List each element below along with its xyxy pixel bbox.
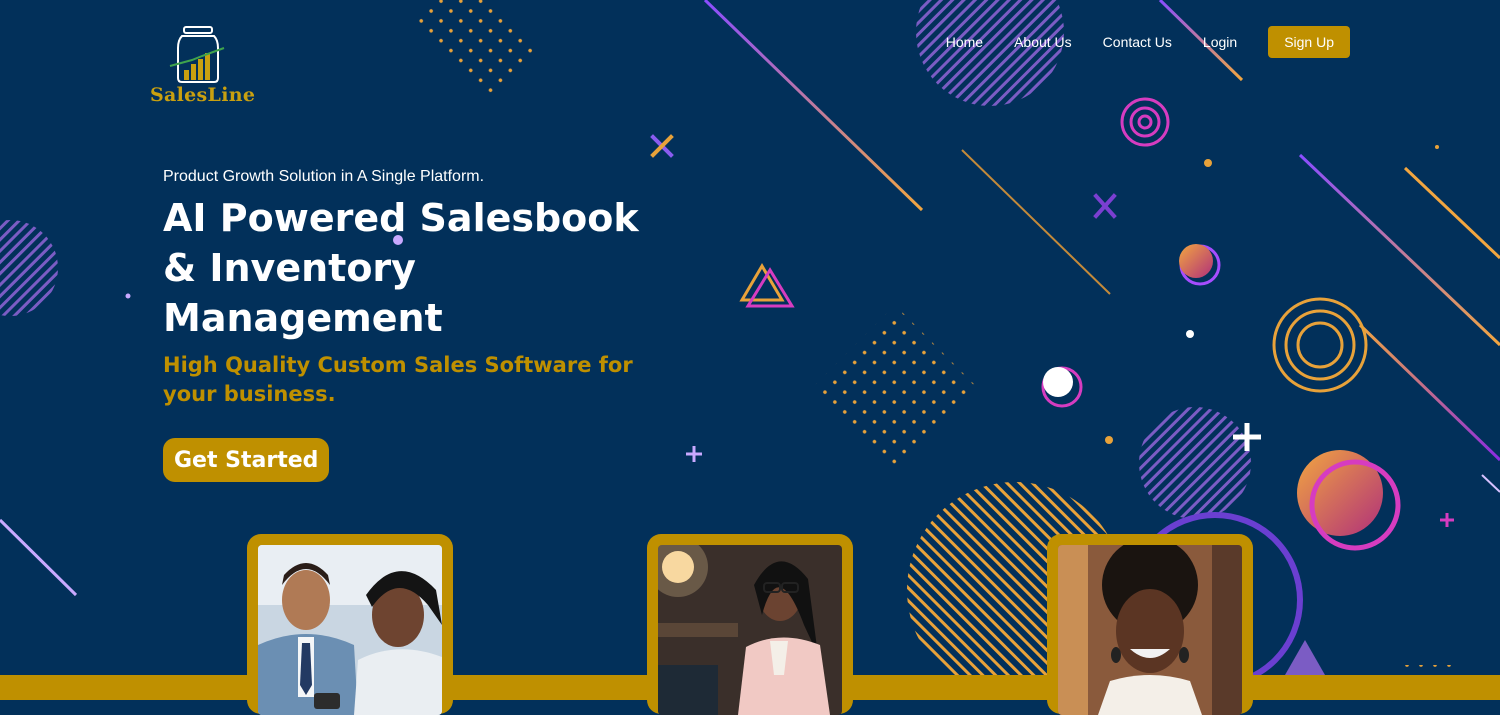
- nav-home[interactable]: Home: [946, 34, 983, 50]
- subhead-line-2: your business.: [163, 382, 336, 406]
- sign-up-button[interactable]: Sign Up: [1268, 26, 1350, 58]
- photo-card-3: [1047, 534, 1253, 715]
- headline-line-1: AI Powered Salesbook: [163, 196, 639, 240]
- jar-chart-icon: [169, 26, 225, 83]
- nav-about-us[interactable]: About Us: [1014, 34, 1072, 50]
- hero-headline: AI Powered Salesbook & Inventory Managem…: [163, 193, 683, 343]
- nav-login[interactable]: Login: [1203, 34, 1237, 50]
- top-nav: Home About Us Contact Us Login Sign Up: [946, 26, 1350, 58]
- photo-card-1: [247, 534, 453, 715]
- photo-card-2: [647, 534, 853, 715]
- brand-logo[interactable]: SalesLine: [148, 26, 255, 110]
- hero-subheadline: High Quality Custom Sales Software for y…: [163, 351, 683, 409]
- hero-section: Product Growth Solution in A Single Plat…: [163, 168, 683, 409]
- get-started-button[interactable]: Get Started: [163, 438, 330, 482]
- subhead-line-1: High Quality Custom Sales Software for: [163, 353, 633, 377]
- headline-line-2: & Inventory: [163, 246, 416, 290]
- woman-with-glasses-office-photo: [658, 545, 842, 715]
- headline-line-3: Management: [163, 296, 443, 340]
- smiling-woman-portrait-photo: [1058, 545, 1242, 715]
- nav-contact-us[interactable]: Contact Us: [1103, 34, 1172, 50]
- man-and-woman-colleagues-photo: [258, 545, 442, 715]
- hero-tagline: Product Growth Solution in A Single Plat…: [163, 168, 485, 185]
- brand-name: SalesLine: [150, 84, 256, 106]
